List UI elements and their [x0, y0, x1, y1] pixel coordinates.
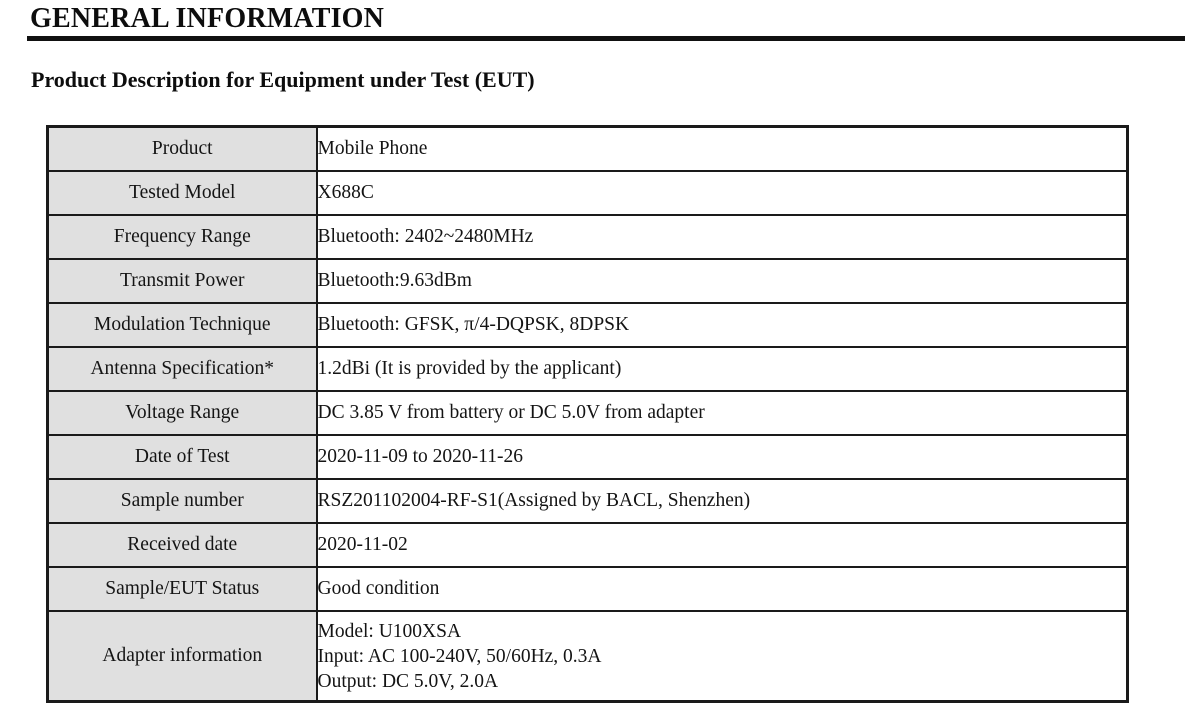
table-row: Received date 2020-11-02	[46, 522, 1129, 568]
row-label: Date of Test	[46, 434, 318, 480]
row-value: 1.2dBi (It is provided by the applicant)	[315, 346, 1129, 392]
row-value: Mobile Phone	[315, 125, 1129, 172]
row-label: Voltage Range	[46, 390, 318, 436]
section-subtitle: Product Description for Equipment under …	[31, 67, 535, 92]
table-row: Product Mobile Phone	[46, 125, 1129, 172]
table-row: Modulation Technique Bluetooth: GFSK, π/…	[46, 302, 1129, 348]
row-label: Sample number	[46, 478, 318, 524]
table-row: Frequency Range Bluetooth: 2402~2480MHz	[46, 214, 1129, 260]
table-row: Date of Test 2020-11-09 to 2020-11-26	[46, 434, 1129, 480]
row-value: 2020-11-09 to 2020-11-26	[315, 434, 1129, 480]
table-row: Voltage Range DC 3.85 V from battery or …	[46, 390, 1129, 436]
row-value: 2020-11-02	[315, 522, 1129, 568]
row-value: Bluetooth:9.63dBm	[315, 258, 1129, 304]
row-label: Antenna Specification*	[46, 346, 318, 392]
table-row: Sample/EUT Status Good condition	[46, 566, 1129, 612]
row-value: DC 3.85 V from battery or DC 5.0V from a…	[315, 390, 1129, 436]
row-value: Bluetooth: GFSK, π/4-DQPSK, 8DPSK	[315, 302, 1129, 348]
table-row-adapter: Adapter information Model: U100XSA Input…	[46, 610, 1129, 703]
page-title: GENERAL INFORMATION	[30, 3, 385, 34]
heading-divider	[27, 36, 1185, 41]
table-row: Tested Model X688C	[46, 170, 1129, 216]
row-label: Received date	[46, 522, 318, 568]
eut-specification-table-container: Product Mobile Phone Tested Model X688C …	[46, 125, 1129, 703]
eut-specification-table: Product Mobile Phone Tested Model X688C …	[46, 125, 1129, 703]
table-row: Sample number RSZ201102004-RF-S1(Assigne…	[46, 478, 1129, 524]
row-label: Frequency Range	[46, 214, 318, 260]
row-value: X688C	[315, 170, 1129, 216]
table-row: Transmit Power Bluetooth:9.63dBm	[46, 258, 1129, 304]
row-value: Bluetooth: 2402~2480MHz	[315, 214, 1129, 260]
row-label: Adapter information	[46, 610, 318, 703]
row-value-multiline: Model: U100XSA Input: AC 100-240V, 50/60…	[315, 610, 1129, 703]
row-label: Tested Model	[46, 170, 318, 216]
row-label: Sample/EUT Status	[46, 566, 318, 612]
spec-table-body: Product Mobile Phone Tested Model X688C …	[46, 125, 1129, 703]
adapter-output-line: Output: DC 5.0V, 2.0A	[317, 670, 499, 692]
row-label: Transmit Power	[46, 258, 318, 304]
adapter-input-line: Input: AC 100-240V, 50/60Hz, 0.3A	[317, 645, 602, 667]
row-value: Good condition	[315, 566, 1129, 612]
document-page: GENERAL INFORMATION Product Description …	[0, 0, 1200, 706]
row-label: Modulation Technique	[46, 302, 318, 348]
row-label: Product	[46, 125, 318, 172]
table-row: Antenna Specification* 1.2dBi (It is pro…	[46, 346, 1129, 392]
row-value: RSZ201102004-RF-S1(Assigned by BACL, She…	[315, 478, 1129, 524]
adapter-model-line: Model: U100XSA	[317, 620, 462, 642]
